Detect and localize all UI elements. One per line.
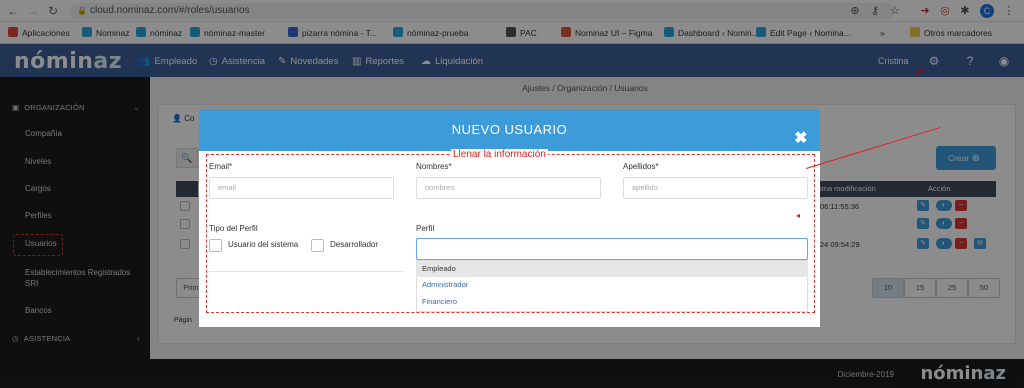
annotation-text: Llenar la información <box>451 149 548 160</box>
annotation-arrowhead-icon: ◂ <box>796 211 801 220</box>
modal-title: NUEVO USUARIO <box>451 122 568 137</box>
modal-header: NUEVO USUARIO ✖ <box>199 109 820 151</box>
fill-info-annotation-box <box>206 154 815 313</box>
